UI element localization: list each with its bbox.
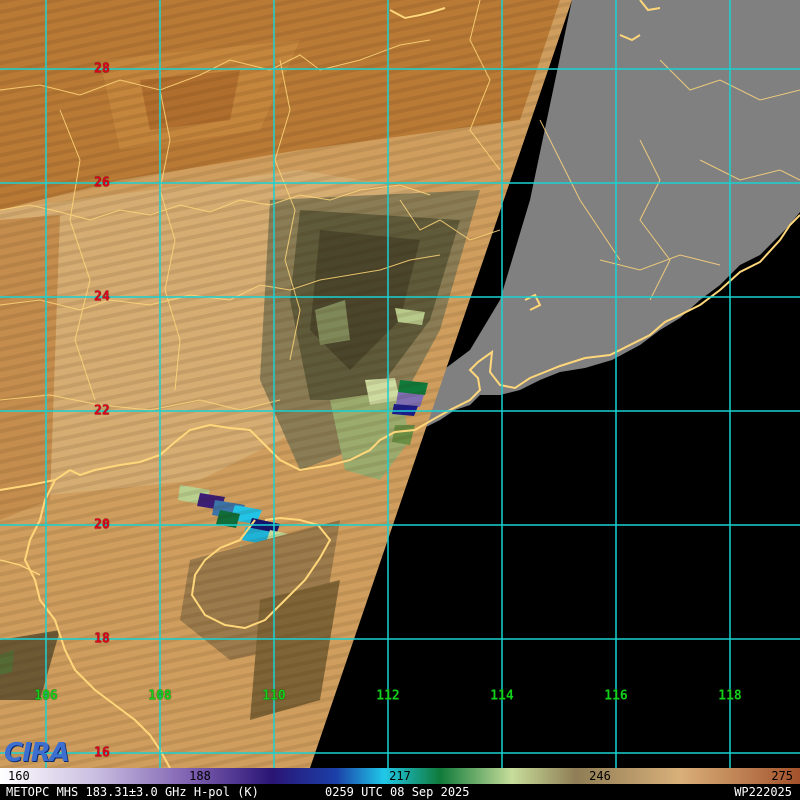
colorbar-tick-246: 246 [589,769,611,783]
lon-label-106: 106 [34,688,58,704]
colorbar-tick-188: 188 [189,769,211,783]
lat-label-28: 28 [94,61,110,77]
colorbar-tick-160: 160 [8,769,30,783]
lat-label-18: 18 [94,631,110,647]
lat-label-22: 22 [94,403,110,419]
storm-id: WP222025 [734,785,792,799]
lon-label-114: 114 [490,688,514,704]
lat-label-26: 26 [94,175,110,191]
lon-label-116: 116 [604,688,628,704]
sensor-info: METOPC MHS 183.31±3.0 GHz H-pol (K) [6,785,259,799]
satellite-image-viewer: 28 26 24 22 20 18 16 106 108 110 112 114… [0,0,800,800]
lon-label-118: 118 [718,688,742,704]
lat-label-24: 24 [94,289,110,305]
lat-label-20: 20 [94,517,110,533]
lon-label-112: 112 [376,688,400,704]
colorbar-tick-217: 217 [389,769,411,783]
timestamp: 0259 UTC 08 Sep 2025 [325,785,470,799]
cira-logo: CIRA [4,738,70,768]
microwave-map [0,0,800,768]
footer-bar: METOPC MHS 183.31±3.0 GHz H-pol (K) 0259… [0,784,800,800]
lat-label-16: 16 [94,745,110,761]
lon-label-108: 108 [148,688,172,704]
colorbar-tick-275: 275 [771,769,793,783]
lon-label-110: 110 [262,688,286,704]
